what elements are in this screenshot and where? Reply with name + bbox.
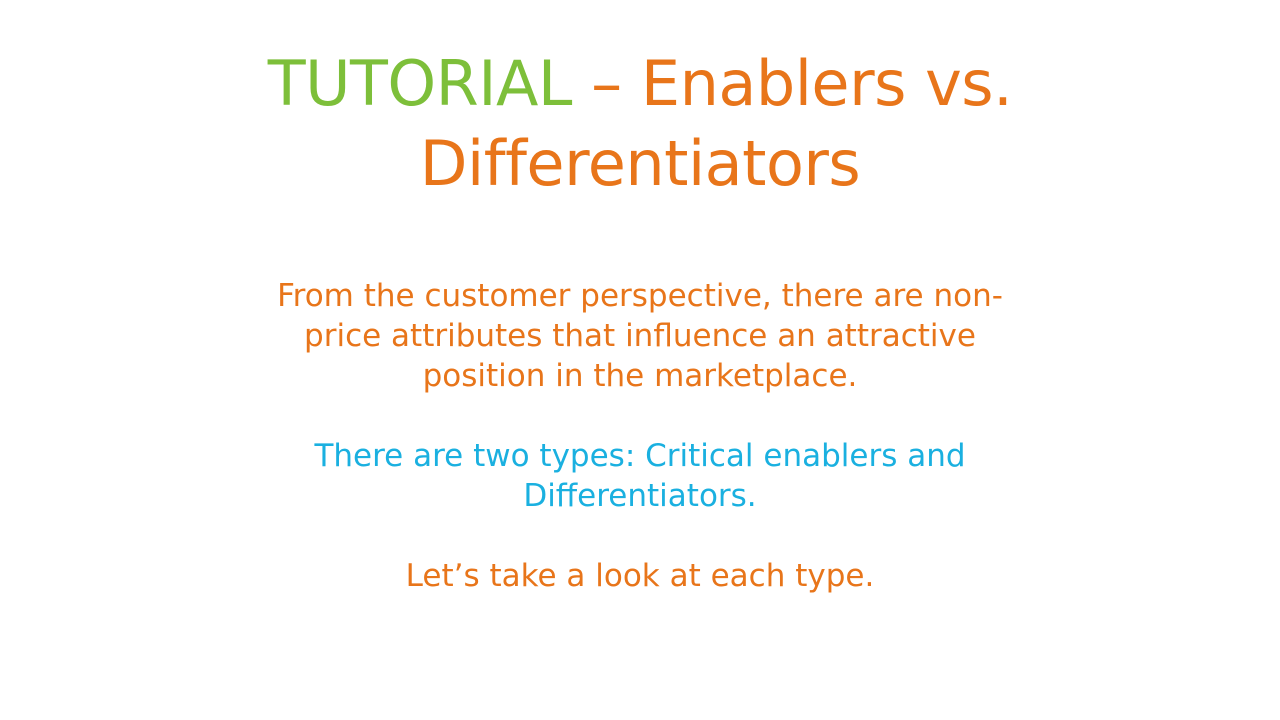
paragraph-customer-perspective: From the customer perspective, there are… [190, 276, 1090, 396]
slide-body: From the customer perspective, there are… [190, 276, 1090, 596]
paragraph2-line1: There are two types: Critical enablers a… [314, 438, 966, 474]
slide-title: TUTORIAL – Enablers vs. Differentiators [190, 44, 1090, 204]
slide: TUTORIAL – Enablers vs. Differentiators … [0, 0, 1280, 720]
title-tutorial: TUTORIAL [267, 47, 573, 120]
title-differentiators: Differentiators [419, 127, 861, 200]
paragraph2-line2: Differentiators. [523, 478, 757, 514]
paragraph-take-a-look: Let’s take a look at each type. [190, 556, 1090, 596]
paragraph3-line1: Let’s take a look at each type. [405, 558, 875, 594]
paragraph-two-types: There are two types: Critical enablers a… [190, 436, 1090, 516]
paragraph1-line3: position in the marketplace. [422, 358, 858, 394]
paragraph1-line2: price attributes that influence an attra… [304, 318, 976, 354]
title-separator: – [571, 47, 641, 120]
title-enablers: Enablers vs. [640, 47, 1013, 120]
paragraph1-line1: From the customer perspective, there are… [277, 278, 1003, 314]
